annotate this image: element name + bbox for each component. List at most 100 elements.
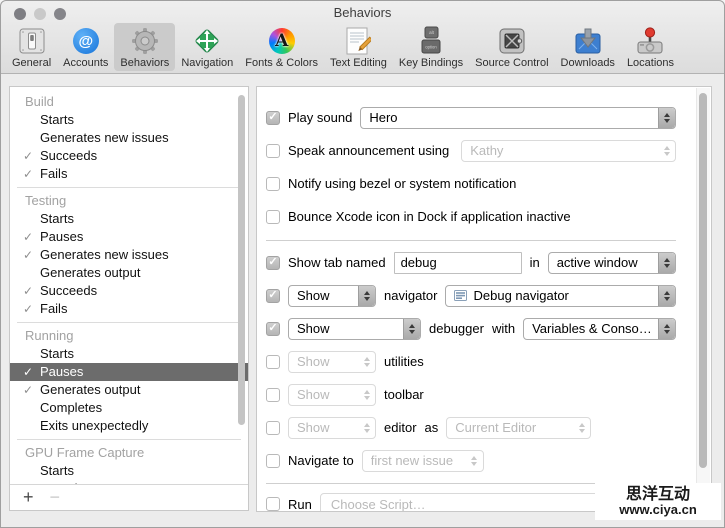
list-item[interactable]: Starts (10, 462, 248, 480)
chevron-updown-icon (403, 318, 420, 339)
utilities-row: ✓ Show utilities (266, 345, 676, 378)
list-item[interactable]: ✓ Succeeds (10, 147, 248, 165)
tab-source-control[interactable]: Source Control (469, 23, 554, 71)
navigator-label: navigator (384, 288, 438, 303)
list-item-label: Fails (40, 301, 68, 316)
sound-popup[interactable]: Hero (360, 106, 676, 129)
debugger-checkbox[interactable]: ✓ (266, 321, 280, 336)
notify-label: Notify using bezel or system notificatio… (288, 176, 517, 191)
add-behavior-button[interactable]: + (23, 487, 34, 508)
tab-accounts[interactable]: @ Accounts (57, 23, 114, 71)
list-item[interactable]: ✓ Succeeds (10, 282, 248, 300)
toolbar-action-popup[interactable]: Show (288, 383, 376, 406)
list-item[interactable]: Generates output (10, 264, 248, 282)
utilities-action-value: Show (297, 354, 330, 369)
list-item-label: Generates output (40, 382, 141, 397)
main-scrollbar-thumb[interactable] (699, 93, 707, 468)
list-item[interactable]: Exits unexpectedly (10, 417, 248, 435)
list-item[interactable]: ✓ Fails (10, 165, 248, 183)
tab-label: Accounts (63, 57, 109, 69)
debugger-view-popup[interactable]: Variables & Consol… (523, 317, 676, 340)
preferences-window: Behaviors General @ Accounts Behaviors N… (0, 0, 725, 528)
navigation-icon (191, 25, 223, 57)
tab-navigation[interactable]: Navigation (175, 23, 239, 71)
main-scrollbar-track[interactable] (696, 88, 710, 510)
tab-label: Fonts & Colors (245, 57, 319, 69)
list-item[interactable]: Completes (10, 399, 248, 417)
tab-behaviors[interactable]: Behaviors (114, 23, 176, 71)
editor-mode-popup[interactable]: Current Editor (446, 416, 592, 439)
tab-label: Text Editing (330, 57, 387, 69)
window-target-popup[interactable]: active window (547, 251, 676, 274)
general-icon (16, 25, 48, 57)
sidebar-footer: + − (10, 484, 248, 510)
tab-downloads[interactable]: Downloads (555, 23, 621, 71)
window-target-value: active window (556, 255, 638, 270)
list-item[interactable]: ✓ Pauses (10, 228, 248, 246)
check-icon: ✓ (23, 248, 34, 262)
list-item[interactable]: Starts (10, 345, 248, 363)
toolbar-checkbox[interactable]: ✓ (266, 387, 280, 402)
show-tab-conjunction: in (529, 255, 540, 270)
debug-navigator-icon (454, 290, 468, 301)
show-tab-row: ✓ Show tab named in active window (266, 246, 676, 279)
behaviors-sidebar: Build Starts Generates new issues ✓ Succeeds… (9, 86, 249, 511)
list-section-header: Build (25, 94, 54, 109)
utilities-checkbox[interactable]: ✓ (266, 354, 280, 369)
list-item[interactable]: ✓ Fails (10, 300, 248, 318)
chevron-updown-icon (358, 418, 375, 438)
sidebar-scrollbar-thumb[interactable] (238, 95, 245, 425)
tab-fonts-colors[interactable]: A Fonts & Colors (239, 23, 324, 71)
check-icon: ✓ (23, 230, 34, 244)
list-item-label: Generates output (40, 265, 141, 280)
navigator-choice-popup[interactable]: Debug navigator (445, 284, 676, 307)
speak-announcement-label: Speak announcement using (288, 143, 450, 158)
tab-locations[interactable]: Locations (621, 23, 680, 71)
speak-announcement-row: ✓ Speak announcement using Kathy (266, 134, 676, 167)
show-tab-label: Show tab named (288, 255, 386, 270)
chevron-updown-icon (658, 318, 675, 339)
navigate-checkbox[interactable]: ✓ (266, 453, 280, 468)
list-item[interactable]: ✓ Generates new issues (10, 246, 248, 264)
run-script-checkbox[interactable]: ✓ (266, 497, 280, 511)
tab-text-editing[interactable]: Text Editing (324, 23, 393, 71)
bounce-dock-label: Bounce Xcode icon in Dock if application… (288, 209, 571, 224)
svg-text:alt: alt (429, 30, 435, 35)
tab-general[interactable]: General (6, 23, 57, 71)
utilities-action-popup[interactable]: Show (288, 350, 376, 373)
editor-checkbox[interactable]: ✓ (266, 420, 280, 435)
editor-action-value: Show (297, 420, 330, 435)
navigator-checkbox[interactable]: ✓ (266, 288, 280, 303)
list-item[interactable]: ✓ Generates output (10, 381, 248, 399)
navigate-target-popup[interactable]: first new issue (361, 449, 484, 472)
debugger-label: debugger (429, 321, 484, 336)
navigate-label: Navigate to (288, 453, 354, 468)
list-item-label: Starts (40, 112, 74, 127)
bounce-dock-row: ✓ Bounce Xcode icon in Dock if applicati… (266, 200, 676, 233)
debugger-action-popup[interactable]: Show (288, 317, 421, 340)
editor-action-popup[interactable]: Show (288, 416, 376, 439)
list-item[interactable]: Starts (10, 210, 248, 228)
bounce-dock-checkbox[interactable]: ✓ (266, 209, 280, 224)
list-item-label: Generates new issues (40, 247, 169, 262)
key-bindings-icon: alt option (415, 25, 447, 57)
play-sound-checkbox[interactable]: ✓ (266, 110, 280, 125)
list-item[interactable]: ✓ Pauses (10, 363, 248, 381)
behavior-list: Build Starts Generates new issues ✓ Succeeds… (10, 87, 248, 484)
tab-key-bindings[interactable]: alt option Key Bindings (393, 23, 469, 71)
show-tab-checkbox[interactable]: ✓ (266, 255, 280, 270)
list-item[interactable]: Starts (10, 111, 248, 129)
downloads-icon (572, 25, 604, 57)
speak-announcement-checkbox[interactable]: ✓ (266, 143, 280, 158)
remove-behavior-button[interactable]: − (50, 487, 61, 508)
checkmark-icon: ✓ (268, 256, 278, 268)
notify-checkbox[interactable]: ✓ (266, 176, 280, 191)
tab-name-field[interactable] (393, 251, 522, 274)
list-divider (17, 322, 241, 323)
navigator-action-popup[interactable]: Show (288, 284, 376, 307)
checkmark-icon: ✓ (268, 289, 278, 301)
preferences-toolbar: General @ Accounts Behaviors Navigation … (1, 22, 724, 74)
voice-popup[interactable]: Kathy (461, 139, 676, 162)
debugger-view-value: Variables & Consol… (532, 321, 652, 336)
list-item[interactable]: Generates new issues (10, 129, 248, 147)
